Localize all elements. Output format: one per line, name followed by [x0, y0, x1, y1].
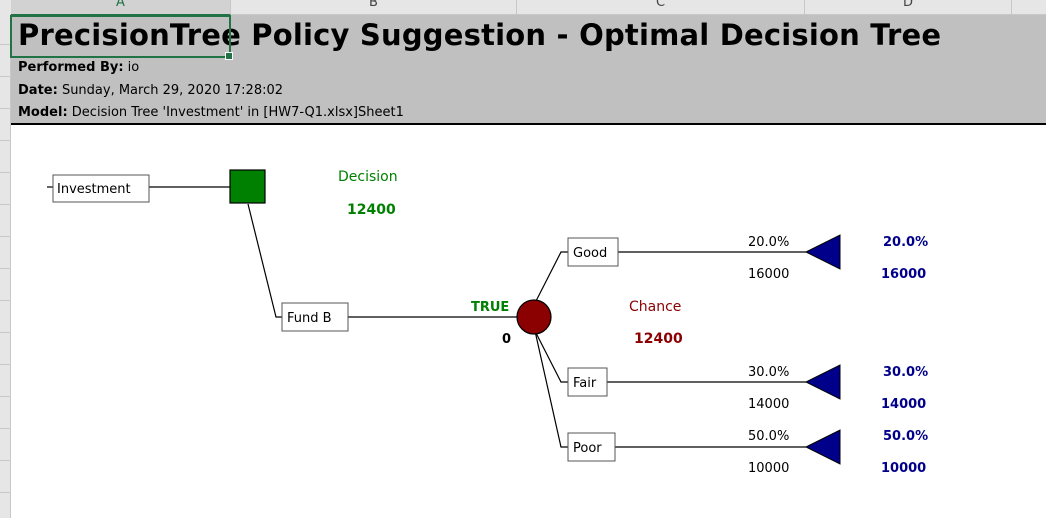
decision-value: 12400	[347, 202, 396, 218]
fund-b-branch-label: Fund B	[287, 311, 332, 326]
chance-label: Chance	[629, 299, 681, 315]
outcome-poor-label: Poor	[573, 441, 602, 456]
chance-to-poor-line	[534, 330, 568, 448]
outcome-poor-prob: 50.0%	[748, 429, 789, 444]
chance-to-fair-line	[534, 330, 568, 383]
outcome-fair-label: Fair	[573, 376, 597, 391]
decision-label: Decision	[338, 169, 398, 185]
root-node-label: Investment	[57, 182, 131, 197]
end-poor-prob: 50.0%	[883, 429, 928, 444]
end-good-prob: 20.0%	[883, 235, 928, 250]
outcome-good-prob: 20.0%	[748, 235, 789, 250]
end-node-good-triangle[interactable]	[804, 234, 841, 270]
end-fair-payoff: 14000	[881, 397, 926, 412]
end-node-poor-triangle[interactable]	[804, 429, 841, 465]
outcome-poor-payoff: 10000	[748, 461, 789, 476]
end-good-payoff: 16000	[881, 267, 926, 282]
decision-tree: Investment Decision 12400 Fund B TRUE 0 …	[47, 169, 928, 476]
outcome-good-payoff: 16000	[748, 267, 789, 282]
chance-node-circle[interactable]	[516, 299, 552, 335]
outcome-good-label: Good	[573, 246, 607, 261]
end-poor-payoff: 10000	[881, 461, 926, 476]
end-node-fair-triangle[interactable]	[804, 364, 841, 400]
branch-cost-value: 0	[502, 332, 511, 347]
end-fair-prob: 30.0%	[883, 365, 928, 380]
decision-to-fundb-line	[247, 203, 282, 318]
chance-to-good-line	[534, 251, 568, 304]
chance-value: 12400	[634, 331, 683, 347]
outcome-fair-payoff: 14000	[748, 397, 789, 412]
outcome-fair-prob: 30.0%	[748, 365, 789, 380]
decision-node-square[interactable]	[229, 169, 266, 204]
branch-true-flag: TRUE	[471, 300, 509, 315]
